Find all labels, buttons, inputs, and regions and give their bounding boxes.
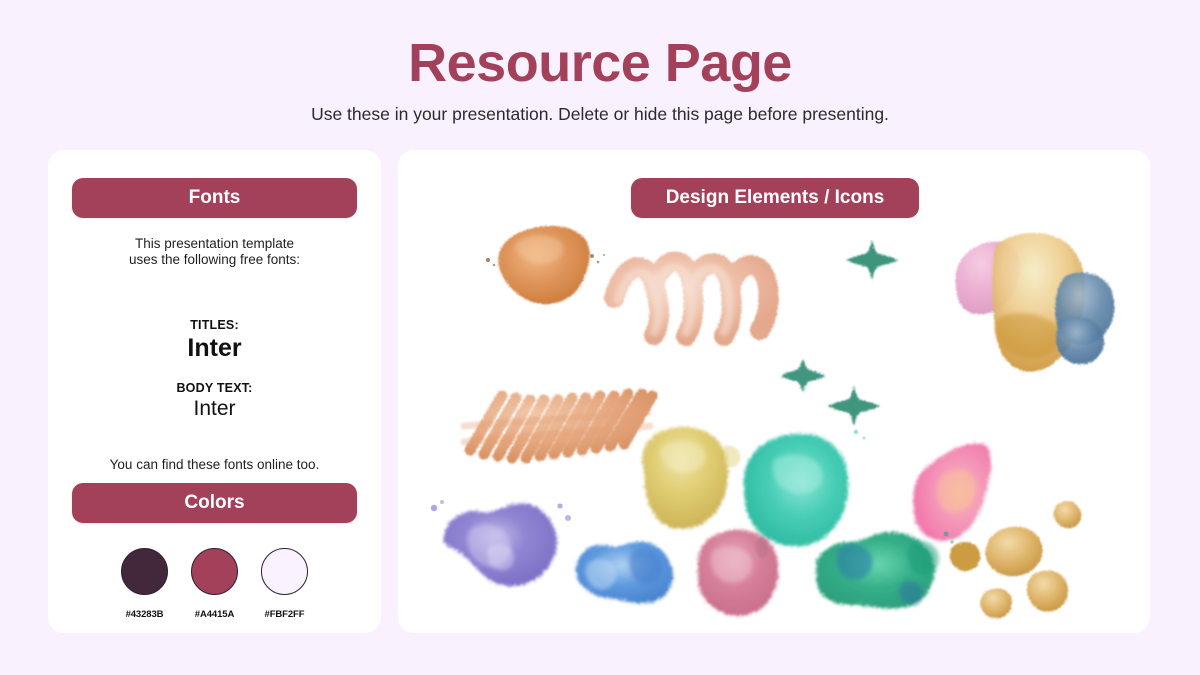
colors-section-heading: Colors <box>72 483 357 523</box>
color-swatch-hex-label: #43283B <box>125 609 164 620</box>
green-teal-watercolor-splatter <box>815 531 954 609</box>
orange-scribble-brushstroke <box>460 388 658 464</box>
color-swatch-dot[interactable] <box>121 548 168 595</box>
color-swatch-hex-label: #FBF2FF <box>264 609 305 620</box>
fonts-section-body: This presentation template uses the foll… <box>48 236 381 472</box>
page-subtitle: Use these in your presentation. Delete o… <box>311 104 889 125</box>
fonts-intro-line-1: This presentation template <box>134 236 295 251</box>
body-font-role-label: BODY TEXT: <box>176 380 253 395</box>
blue-watercolor-splatter <box>575 542 674 604</box>
teal-cross-sparkle-large <box>846 240 898 280</box>
color-swatch-item[interactable]: #A4415A <box>186 548 244 620</box>
orange-watercolor-blob <box>485 225 606 305</box>
titles-font-name: Inter <box>187 333 242 362</box>
page-header: Resource Page Use these in your presenta… <box>0 0 1200 125</box>
fonts-and-colors-card: Fonts This presentation template uses th… <box>48 150 381 633</box>
yellow-watercolor-blob <box>642 426 741 529</box>
titles-font-role-label: TITLES: <box>190 317 239 332</box>
fonts-intro-line-2: uses the following free fonts: <box>128 252 301 268</box>
color-swatch-hex-label: #A4415A <box>194 609 235 620</box>
body-font-name: Inter <box>193 396 236 420</box>
rose-watercolor-blob <box>697 530 779 616</box>
color-swatch-dot[interactable] <box>261 548 308 595</box>
watercolor-graphics-canvas <box>398 150 1150 633</box>
teal-cross-sparkle-small <box>781 358 825 393</box>
color-swatch-row: #43283B #A4415A #FBF2FF <box>48 548 381 620</box>
purple-watercolor-splatter <box>430 500 571 587</box>
color-swatch-item[interactable]: #FBF2FF <box>256 548 314 620</box>
teal-cross-sparkle-medium <box>828 386 880 426</box>
pink-coral-wedge-blob <box>913 443 991 541</box>
design-elements-card: Design Elements / Icons <box>398 150 1150 633</box>
titles-font-group: TITLES: Inter <box>48 318 381 363</box>
fonts-section-heading: Fonts <box>72 178 357 218</box>
peach-zigzag-brushstroke <box>604 251 779 346</box>
fonts-outro-text: You can find these fonts online too. <box>109 456 320 472</box>
body-font-group: BODY TEXT: Inter <box>48 381 381 421</box>
page-title: Resource Page <box>408 33 792 93</box>
color-swatch-dot[interactable] <box>191 548 238 595</box>
color-swatch-item[interactable]: #43283B <box>116 548 174 620</box>
pink-gold-blue-stone-cluster <box>955 232 1115 372</box>
